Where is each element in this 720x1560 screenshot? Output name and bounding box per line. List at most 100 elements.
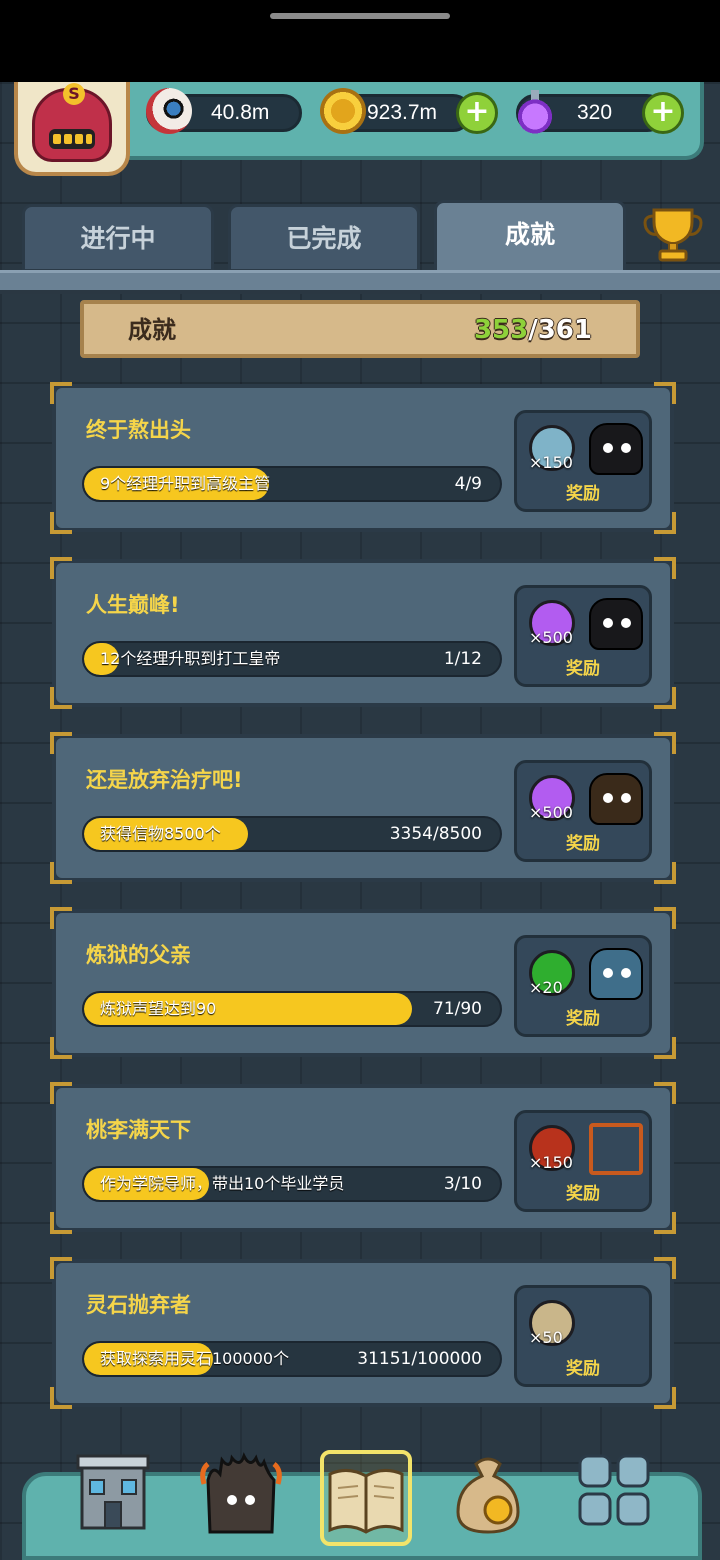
book-icon — [328, 1469, 404, 1534]
progress-bar: 9个经理升职到高级主管 4/9 — [82, 466, 502, 502]
money-bag-icon — [456, 1457, 520, 1534]
progress-bar: 12个经理升职到打工皇帝 1/12 — [82, 641, 502, 677]
nav-building[interactable] — [74, 1450, 160, 1546]
reward-quantity: ×150 — [529, 1153, 573, 1172]
frame-icon — [589, 1123, 643, 1175]
reward-label: 奖励 — [566, 834, 600, 854]
corner-ornament — [50, 382, 72, 404]
rank-badge: S — [63, 83, 85, 105]
reward-box[interactable]: ×150 奖励 — [514, 1110, 652, 1212]
corner-ornament — [50, 732, 72, 754]
reward-label: 奖励 — [566, 659, 600, 679]
corner-ornament — [654, 1212, 676, 1234]
reward-box[interactable]: ×20 奖励 — [514, 935, 652, 1037]
achievement-summary: 成就 353/361 — [80, 300, 640, 358]
character-icon — [589, 948, 643, 1000]
eye-value: 40.8m — [211, 101, 270, 124]
achievement-card[interactable]: 人生巅峰! 12个经理升职到打工皇帝 1/12 ×500 奖励 — [50, 557, 676, 709]
status-bar — [0, 0, 720, 82]
summary-separator: / — [528, 315, 538, 345]
nav-book[interactable] — [320, 1450, 412, 1546]
add-coin-button[interactable]: + — [456, 92, 498, 134]
achievement-title: 还是放弃治疗吧! — [86, 768, 243, 792]
potion-icon — [512, 88, 558, 134]
achievement-card[interactable]: 终于熬出头 9个经理升职到高级主管 4/9 ×150 奖励 — [50, 382, 676, 534]
corner-ornament — [654, 557, 676, 579]
progress-bar: 获得信物8500个 3354/8500 — [82, 816, 502, 852]
progress-bar: 获取探索用灵石100000个 31151/100000 — [82, 1341, 502, 1377]
tab-achievements[interactable]: 成就 — [434, 200, 626, 274]
reward-quantity: ×50 — [529, 1328, 563, 1347]
corner-ornament — [654, 1257, 676, 1279]
character-icon — [589, 423, 643, 475]
progress-task: 9个经理升职到高级主管 — [100, 474, 271, 493]
corner-ornament — [50, 907, 72, 929]
resource-bar: 40.8m 923.7m + 320 + — [108, 82, 704, 160]
trophy-icon[interactable] — [640, 200, 706, 266]
reward-box[interactable]: ×50 奖励 — [514, 1285, 652, 1387]
corner-ornament — [50, 862, 72, 884]
tab-in-progress[interactable]: 进行中 — [22, 204, 214, 272]
progress-count: 3354/8500 — [389, 824, 482, 844]
progress-bar: 炼狱声望达到90 71/90 — [82, 991, 502, 1027]
achievement-title: 炼狱的父亲 — [86, 943, 191, 967]
corner-ornament — [654, 512, 676, 534]
coin-value: 923.7m — [367, 101, 438, 124]
reward-label: 奖励 — [566, 1184, 600, 1204]
character-icon — [589, 773, 643, 825]
achievement-card[interactable]: 灵石抛弃者获取探索用灵石100000个 31151/100000 ×50 奖励 — [50, 1257, 676, 1409]
tab-completed[interactable]: 已完成 — [228, 204, 420, 272]
reward-label: 奖励 — [566, 1359, 600, 1379]
game-screen: 40.8m 923.7m + 320 + S 进行中 已完成 成就 成就 353… — [0, 82, 720, 1560]
grid-menu-icon — [578, 1454, 650, 1526]
achievement-card[interactable]: 炼狱的父亲炼狱声望达到90 71/90 ×20 奖励 — [50, 907, 676, 1059]
corner-ornament — [654, 382, 676, 404]
corner-ornament — [50, 512, 72, 534]
gesture-pill — [270, 13, 450, 19]
achievement-title: 人生巅峰! — [86, 593, 180, 617]
nav-grid-menu[interactable] — [574, 1450, 660, 1546]
reward-box[interactable]: ×150 奖励 — [514, 410, 652, 512]
progress-task: 12个经理升职到打工皇帝 — [100, 649, 281, 668]
achievement-card[interactable]: 桃李满天下 作为学院导师，带出10个毕业学员 3/10 ×150 奖励 — [50, 1082, 676, 1234]
summary-total: 361 — [537, 315, 592, 345]
corner-ornament — [50, 1257, 72, 1279]
add-potion-button[interactable]: + — [642, 92, 684, 134]
reward-label: 奖励 — [566, 1009, 600, 1029]
character-icon — [589, 598, 643, 650]
corner-ornament — [50, 687, 72, 709]
progress-task: 获取探索用灵石100000个 — [100, 1349, 290, 1368]
player-avatar[interactable]: S — [14, 82, 130, 176]
corner-ornament — [50, 1387, 72, 1409]
building-icon — [76, 1454, 150, 1530]
reward-label: 奖励 — [566, 484, 600, 504]
nav-money-bag[interactable] — [448, 1450, 534, 1546]
corner-ornament — [654, 907, 676, 929]
corner-ornament — [654, 862, 676, 884]
progress-task: 炼狱声望达到90 — [100, 999, 217, 1018]
corner-ornament — [50, 1037, 72, 1059]
achievement-title: 桃李满天下 — [86, 1118, 191, 1142]
corner-ornament — [654, 1387, 676, 1409]
summary-done: 353 — [473, 315, 529, 345]
progress-count: 3/10 — [443, 1174, 482, 1194]
progress-count: 31151/100000 — [357, 1349, 482, 1369]
reward-quantity: ×20 — [529, 978, 563, 997]
reward-quantity: ×500 — [529, 803, 573, 822]
corner-ornament — [50, 557, 72, 579]
reward-box[interactable]: ×500 奖励 — [514, 760, 652, 862]
progress-task: 获得信物8500个 — [100, 824, 221, 843]
bottom-nav — [22, 1450, 702, 1560]
monster-icon — [200, 1452, 282, 1534]
corner-ornament — [654, 687, 676, 709]
summary-title: 成就 — [128, 316, 176, 344]
corner-ornament — [50, 1082, 72, 1104]
reward-box[interactable]: ×500 奖励 — [514, 585, 652, 687]
progress-count: 71/90 — [433, 999, 482, 1019]
reward-quantity: ×500 — [529, 628, 573, 647]
coin-icon — [320, 88, 366, 134]
achievement-card[interactable]: 还是放弃治疗吧! 获得信物8500个 3354/8500 ×500 奖励 — [50, 732, 676, 884]
achievement-title: 灵石抛弃者 — [86, 1293, 191, 1317]
nav-monster[interactable] — [198, 1450, 284, 1546]
potion-value: 320 — [577, 101, 613, 124]
